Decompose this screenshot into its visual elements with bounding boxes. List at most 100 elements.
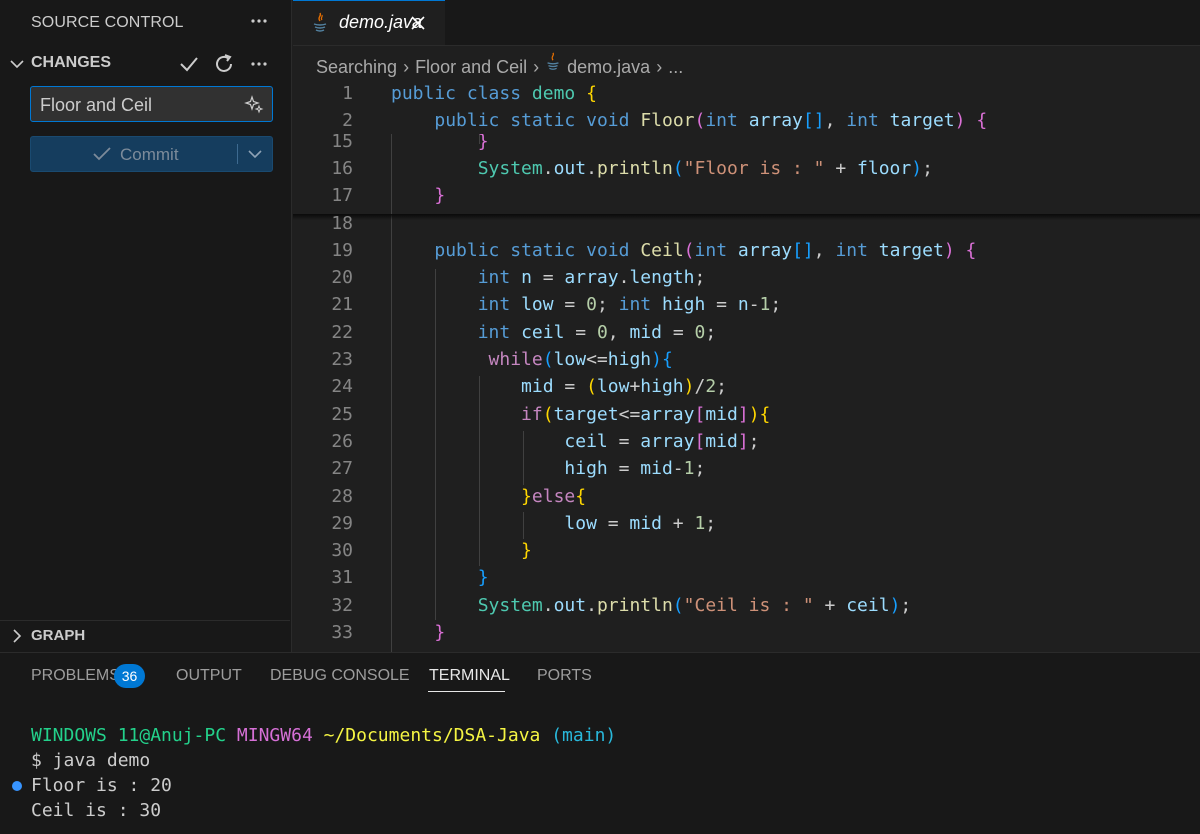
commit-button-group: Commit (30, 136, 273, 172)
editor-area: demo.java Searching › Floor and Ceil › demo.… (293, 0, 1200, 652)
code-line[interactable]: 24 mid = (low+high)/2; (293, 373, 1200, 400)
code-line[interactable]: 23 while(low<=high){ (293, 346, 1200, 373)
line-number: 21 (331, 294, 353, 316)
code-line[interactable]: 19 public static void Ceil(int array[], … (293, 237, 1200, 264)
graph-label: GRAPH (31, 627, 86, 644)
breadcrumb-separator: › (656, 56, 663, 77)
problems-count-badge: 36 (114, 664, 145, 688)
changes-section-header[interactable]: CHANGES (0, 50, 290, 78)
code-text: System.out.println("Ceil is : " + ceil); (477, 594, 912, 616)
line-number: 17 (331, 185, 353, 207)
breadcrumb-separator: › (403, 56, 410, 77)
code-text: int low = 0; int high = n-1; (477, 294, 782, 316)
breadcrumb-item[interactable]: Floor and Ceil (415, 57, 527, 78)
refresh-icon[interactable] (212, 52, 236, 76)
breadcrumb-item[interactable]: Searching (316, 57, 397, 78)
code-line[interactable]: 29 low = mid + 1; (293, 510, 1200, 537)
bottom-panel: PROBLEMS 36 OUTPUT DEBUG CONSOLE TERMINA… (0, 652, 1200, 834)
sparkle-icon[interactable] (244, 94, 264, 114)
code-line[interactable]: 28 }else{ (293, 483, 1200, 510)
code-line[interactable]: 26 ceil = array[mid]; (293, 428, 1200, 455)
graph-section-header[interactable]: GRAPH (0, 620, 290, 651)
line-number: 23 (331, 349, 353, 370)
code-text: int n = array.length; (477, 267, 706, 289)
code-line[interactable]: 31 } (293, 564, 1200, 591)
code-line[interactable]: 1 public class demo { (293, 80, 1200, 107)
line-number: 29 (331, 512, 353, 534)
commit-message-input[interactable]: Floor and Ceil (30, 86, 273, 122)
code-line[interactable]: 16 System.out.println("Floor is : " + fl… (293, 155, 1200, 182)
commit-dropdown-button[interactable] (238, 137, 272, 171)
line-number: 25 (331, 403, 353, 425)
chevron-down-icon (248, 150, 262, 159)
more-actions-icon[interactable] (247, 52, 271, 76)
line-number: 32 (331, 594, 353, 616)
code-line[interactable]: 32 System.out.println("Ceil is : " + cei… (293, 592, 1200, 619)
tab-problems[interactable]: PROBLEMS (31, 667, 120, 685)
line-number: 18 (331, 212, 353, 234)
code-text: } (434, 185, 446, 207)
tab-terminal[interactable]: TERMINAL (429, 667, 510, 685)
code-text: public static void Ceil(int array[], int… (434, 239, 977, 261)
code-line[interactable]: 20 int n = array.length; (293, 264, 1200, 291)
code-line[interactable]: 2 public static void Floor(int array[], … (293, 107, 1200, 135)
code-line[interactable]: 21 int low = 0; int high = n-1; (293, 291, 1200, 318)
code-editor[interactable]: 1 public class demo { 2 public static void… (293, 80, 1200, 652)
chevron-down-icon (10, 60, 24, 69)
code-line[interactable]: 17 } (293, 182, 1200, 209)
line-number: 16 (331, 157, 353, 179)
breadcrumb-separator: › (533, 56, 540, 77)
line-number: 19 (331, 239, 353, 261)
line-number: 24 (331, 376, 353, 398)
terminal-output-line: Floor is : 20 (31, 775, 172, 796)
line-number: 30 (331, 540, 353, 562)
terminal-prompt-line: WINDOWS 11@Anuj-PC MINGW64 ~/Documents/D… (31, 725, 616, 746)
close-icon[interactable] (408, 13, 428, 33)
sidebar-title: SOURCE CONTROL (31, 14, 184, 31)
code-text: } (477, 567, 489, 589)
java-file-icon (313, 12, 327, 32)
terminal-branch: (main) (551, 725, 617, 746)
tab-output[interactable]: OUTPUT (176, 667, 242, 685)
code-line[interactable]: 33 } (293, 619, 1200, 646)
changes-label: CHANGES (31, 54, 112, 71)
active-tab-indicator (428, 691, 505, 692)
command-status-dot (12, 781, 22, 791)
commit-message-text: Floor and Ceil (40, 95, 153, 115)
code-line[interactable]: 18 (293, 210, 1200, 237)
commit-label: Commit (120, 145, 179, 164)
code-line[interactable]: 27 high = mid-1; (293, 455, 1200, 482)
chevron-right-icon (13, 629, 22, 643)
tab-ports[interactable]: PORTS (537, 667, 592, 685)
line-number: 28 (331, 485, 353, 507)
line-number: 26 (331, 430, 353, 452)
terminal-user-host: WINDOWS 11@Anuj-PC (31, 725, 227, 746)
code-text: if(target<=array[mid]){ (521, 403, 771, 425)
line-number: 27 (331, 458, 353, 480)
more-actions-icon[interactable] (248, 9, 270, 33)
code-text: int ceil = 0, mid = 0; (477, 321, 717, 343)
tab-demo-java[interactable]: demo.java (293, 0, 445, 45)
commit-button[interactable]: Commit (31, 137, 237, 171)
code-line[interactable]: 25 if(target<=array[mid]){ (293, 401, 1200, 428)
line-number: 2 (342, 110, 353, 132)
editor-tab-bar: demo.java (293, 0, 1200, 46)
code-line[interactable]: 30 } (293, 537, 1200, 564)
line-number: 1 (342, 83, 353, 104)
code-text: mid = (low+high)/2; (521, 376, 728, 398)
terminal-path: ~/Documents/DSA-Java (323, 725, 541, 746)
code-text: } (434, 622, 446, 643)
check-icon[interactable] (177, 52, 201, 76)
breadcrumb-item[interactable]: demo.java (567, 57, 650, 78)
code-text: ceil = array[mid]; (564, 430, 760, 452)
tab-debug-console[interactable]: DEBUG CONSOLE (270, 667, 410, 685)
terminal-shell: MINGW64 (236, 725, 313, 746)
code-text: System.out.println("Floor is : " + floor… (477, 157, 933, 179)
check-icon (93, 147, 111, 161)
code-text: public class demo { (391, 83, 597, 104)
code-text: high = mid-1; (564, 458, 706, 480)
code-text: }else{ (521, 485, 587, 507)
breadcrumb-item[interactable]: ... (668, 57, 683, 78)
code-line[interactable]: 22 int ceil = 0, mid = 0; (293, 319, 1200, 346)
line-number: 22 (331, 321, 353, 343)
